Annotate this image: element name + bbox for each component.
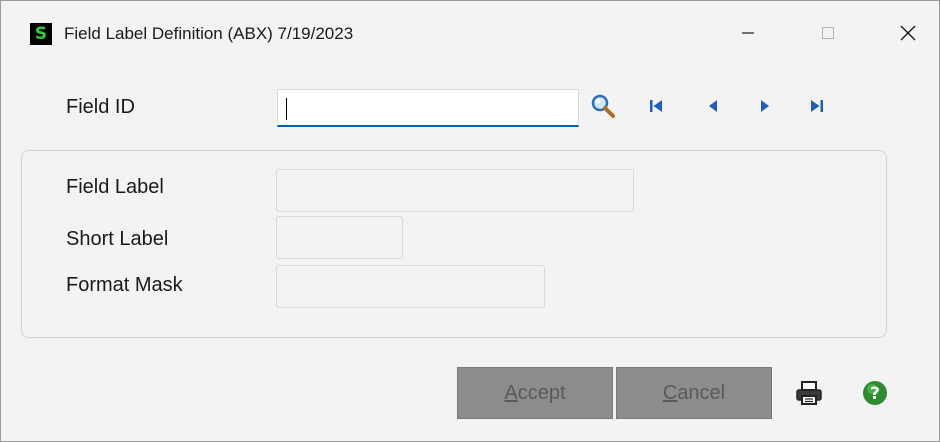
dialog-content: Field ID Field Label Short Label Format … (1, 63, 939, 441)
minimize-button[interactable] (725, 13, 771, 53)
window-title: Field Label Definition (ABX) 7/19/2023 (64, 24, 354, 43)
printer-icon (796, 381, 822, 405)
field-label-label: Field Label (66, 176, 164, 198)
lookup-button[interactable] (588, 91, 618, 121)
first-record-button[interactable] (641, 91, 671, 121)
next-record-icon (761, 100, 769, 112)
format-mask-label: Format Mask (66, 274, 183, 296)
last-record-button[interactable] (802, 91, 832, 121)
cancel-button[interactable]: Cancel (616, 367, 772, 419)
close-button[interactable] (885, 13, 931, 53)
field-id-input[interactable] (277, 89, 579, 127)
format-mask-input[interactable] (276, 265, 545, 308)
help-button[interactable]: ? (861, 379, 889, 407)
maximize-icon (822, 27, 834, 39)
cancel-label: ancel (677, 381, 726, 404)
previous-record-icon (709, 100, 717, 112)
title-bar[interactable]: S Field Label Definition (ABX) 7/19/2023 (1, 1, 939, 63)
maximize-button[interactable] (805, 13, 851, 53)
cancel-mnemonic: C (662, 381, 678, 404)
first-record-icon (650, 100, 662, 112)
last-record-icon (811, 100, 823, 112)
close-icon (900, 25, 916, 41)
svg-text:?: ? (870, 384, 880, 404)
text-caret (286, 98, 287, 120)
app-logo-icon: S (30, 23, 52, 45)
next-record-button[interactable] (750, 91, 780, 121)
short-label-input[interactable] (276, 216, 403, 259)
field-id-label: Field ID (66, 96, 135, 118)
search-icon (591, 94, 615, 118)
print-button[interactable] (793, 377, 825, 409)
help-icon: ? (863, 381, 887, 405)
accept-button[interactable]: Accept (457, 367, 613, 419)
accept-label: ccept (517, 381, 566, 404)
short-label-label: Short Label (66, 228, 169, 250)
minimize-icon (742, 32, 754, 34)
field-label-input[interactable] (276, 169, 634, 212)
dialog-window: S Field Label Definition (ABX) 7/19/2023… (0, 0, 940, 442)
previous-record-button[interactable] (698, 91, 728, 121)
accept-mnemonic: A (504, 381, 518, 404)
